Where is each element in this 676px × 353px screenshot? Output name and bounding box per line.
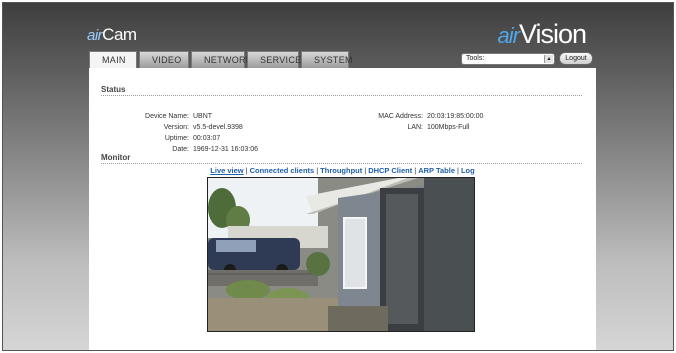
status-title: Status — [101, 85, 126, 94]
uptime-row: Uptime: 00:03:07 — [164, 135, 221, 142]
link-dhcp-client[interactable]: DHCP Client — [368, 166, 412, 175]
live-video-feed[interactable] — [207, 177, 475, 332]
aircam-logo: airCam — [87, 25, 137, 44]
main-panel: Status Device Name: UBNT Version: v5.5-dev… — [89, 68, 596, 350]
status-divider — [101, 95, 582, 96]
chevron-updown-icon: ▴ — [544, 55, 553, 63]
tab-system[interactable]: SYSTEM — [301, 51, 353, 68]
camera-frame-image — [208, 178, 474, 331]
device-name-value: UBNT — [193, 113, 213, 120]
app-frame: airCam airVision MAIN VIDEO NETWORK SERV… — [2, 2, 674, 351]
uptime-value: 00:03:07 — [193, 135, 221, 142]
mac-value: 20:03:19:85:00:00 — [427, 113, 484, 120]
tab-network[interactable]: NETWORK — [191, 51, 252, 68]
link-live-view[interactable]: Live view — [210, 166, 243, 175]
date-row: Date: 1969-12-31 16:03:06 — [172, 146, 258, 153]
link-log[interactable]: Log — [461, 166, 475, 175]
lan-row: LAN: 100Mbps-Full — [407, 124, 470, 131]
lan-value: 100Mbps-Full — [427, 124, 470, 131]
monitor-divider — [101, 163, 582, 164]
airvision-logo[interactable]: airVision — [497, 19, 587, 50]
tools-select[interactable]: Tools: ▴ — [461, 53, 555, 65]
device-name-row: Device Name: UBNT — [145, 113, 213, 120]
link-arp-table[interactable]: ARP Table — [418, 166, 455, 175]
main-tabs: MAIN VIDEO NETWORK SERVICES SYSTEM — [89, 51, 353, 69]
monitor-links: Live view | Connected clients | Throughput | D… — [210, 166, 475, 175]
monitor-title: Monitor — [101, 153, 131, 162]
tab-main[interactable]: MAIN — [89, 51, 137, 69]
mac-row: MAC Address: 20:03:19:85:00:00 — [378, 113, 484, 120]
version-value: v5.5-devel.9398 — [193, 124, 243, 131]
date-value: 1969-12-31 16:03:06 — [193, 146, 258, 153]
tab-services[interactable]: SERVICES — [247, 51, 307, 68]
tab-video[interactable]: VIDEO — [139, 51, 189, 68]
version-row: Version: v5.5-devel.9398 — [163, 124, 243, 131]
link-throughput[interactable]: Throughput — [320, 166, 362, 175]
link-connected-clients[interactable]: Connected clients — [250, 166, 315, 175]
tools-label: Tools: — [466, 55, 485, 62]
logout-button[interactable]: Logout — [559, 52, 593, 65]
